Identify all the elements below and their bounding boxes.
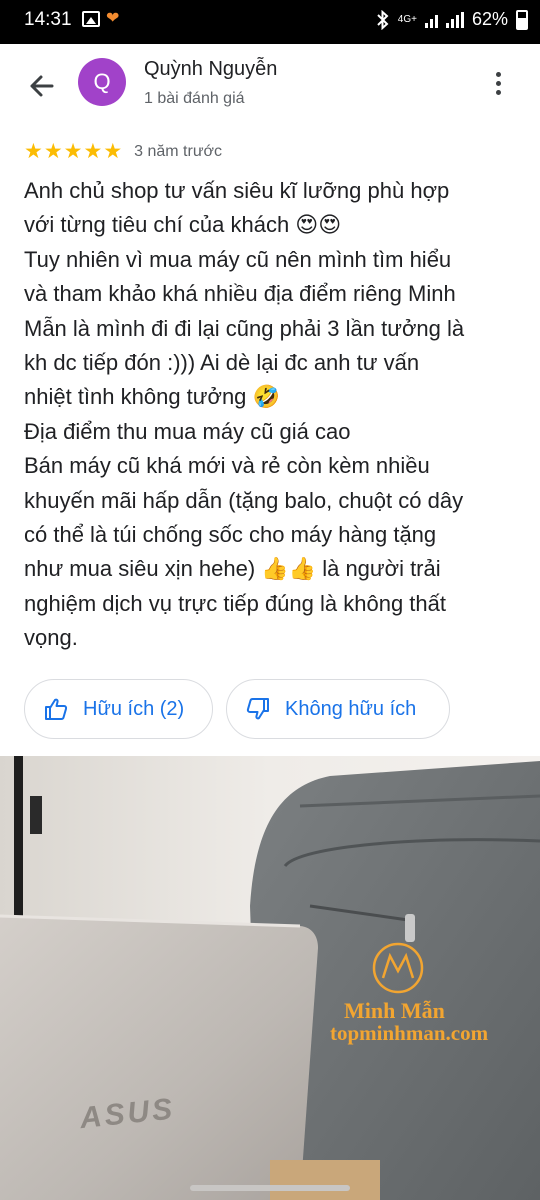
thumbs-up-icon [45, 698, 68, 720]
arrow-back-icon [30, 75, 54, 97]
gallery-icon [82, 11, 100, 27]
review-photo[interactable]: Minh Mẫn topminhman.com ASUS [0, 756, 540, 1200]
notification-icons: ❤ [82, 11, 124, 27]
app-heart-icon: ❤ [106, 10, 120, 27]
star-icon: ★ [43, 140, 63, 163]
status-bar: 14:31 ❤ 4G+ 62% [0, 0, 540, 44]
back-button[interactable] [22, 66, 62, 106]
avatar[interactable]: Q [78, 58, 126, 106]
star-icon: ★ [83, 140, 103, 163]
system-icons: 4G+ 62% [376, 9, 528, 30]
review-text: Anh chủ shop tư vấn siêu kĩ lưỡng phù hợ… [24, 178, 465, 651]
not-helpful-label: Không hữu ích [285, 697, 417, 720]
battery-percent: 62% [471, 9, 508, 29]
network-type: 4G+ [397, 13, 417, 25]
home-indicator[interactable] [190, 1185, 350, 1191]
reviewer-review-count: 1 bài đánh giá [144, 90, 245, 107]
thumbs-down-icon [246, 698, 269, 720]
star-icon: ★ [63, 140, 83, 163]
photo-brand-name: Minh Mẫn [344, 998, 445, 1023]
signal-icon-2 [445, 11, 464, 28]
bluetooth-icon [377, 9, 389, 30]
status-time: 14:31 [24, 9, 72, 30]
reviewer-name[interactable]: Quỳnh Nguyễn [144, 58, 277, 81]
star-icon: ★ [24, 140, 43, 163]
star-icon: ★ [103, 140, 123, 163]
more-vert-icon [484, 72, 512, 95]
review-time: 3 năm trước [134, 143, 223, 160]
star-rating: ★ ★ ★ ★ ★ [24, 141, 122, 163]
battery-icon [516, 9, 528, 30]
helpful-button[interactable]: Hữu ích (2) [24, 679, 213, 739]
rating-row: ★ ★ ★ ★ ★ 3 năm trước [24, 140, 222, 164]
more-options-button[interactable] [484, 68, 512, 104]
photo-brand-url: topminhman.com [330, 1021, 489, 1045]
helpful-label: Hữu ích (2) [83, 697, 185, 720]
not-helpful-button[interactable]: Không hữu ích [226, 679, 450, 739]
signal-icon [424, 12, 438, 28]
review-header: Q Quỳnh Nguyễn 1 bài đánh giá [0, 44, 540, 130]
photo-laptop-and-backpack: Minh Mẫn topminhman.com ASUS [0, 756, 540, 1200]
